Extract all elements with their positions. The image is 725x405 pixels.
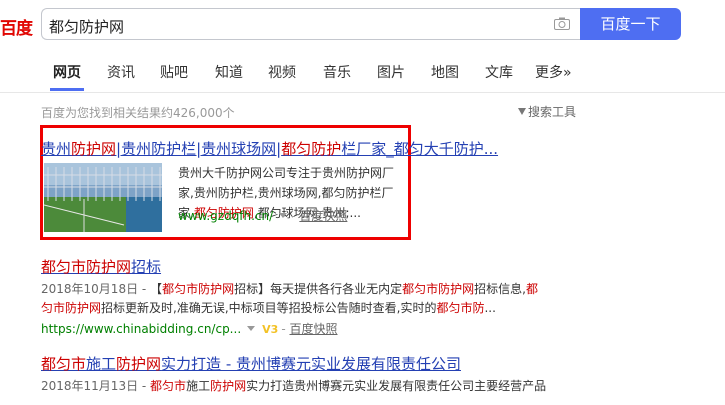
result-count: 百度为您找到相关结果约426,000个 (41, 106, 235, 120)
dropdown-arrow-icon[interactable] (247, 326, 256, 331)
tab-images[interactable]: 图片 (377, 62, 405, 82)
result-1-snapshot-link[interactable]: 百度快照 (299, 209, 347, 223)
active-tab-indicator (50, 88, 84, 91)
v3-badge[interactable]: V3 (262, 323, 278, 336)
result-1-url-row: www.gzdqfh.cn/- 百度快照 (178, 209, 348, 223)
filter-icon (518, 108, 526, 115)
tab-tieba[interactable]: 贴吧 (160, 62, 188, 82)
tab-news[interactable]: 资讯 (107, 62, 135, 82)
result-3-title[interactable]: 都匀市施工防护网实力打造 - 贵州博赛元实业发展有限责任公司 (41, 353, 461, 374)
search-input[interactable]: 都匀防护网 (41, 8, 580, 40)
camera-icon[interactable] (554, 17, 570, 30)
search-query[interactable]: 都匀防护网 (49, 16, 124, 37)
tab-zhidao[interactable]: 知道 (215, 62, 243, 82)
search-button[interactable]: 百度一下 (580, 8, 681, 40)
tab-bar: 网页 资讯 贴吧 知道 视频 音乐 图片 地图 文库 更多» (0, 50, 725, 93)
tab-map[interactable]: 地图 (431, 62, 459, 82)
tab-music[interactable]: 音乐 (323, 62, 351, 82)
baidu-logo[interactable]: 百度 (0, 14, 33, 39)
tab-wenku[interactable]: 文库 (485, 62, 513, 82)
tab-more[interactable]: 更多» (535, 62, 572, 82)
tab-web[interactable]: 网页 (53, 62, 81, 82)
result-1-url[interactable]: www.gzdqfh.cn/ (178, 209, 273, 223)
result-1-thumbnail[interactable] (44, 163, 162, 232)
result-2-title[interactable]: 都匀市防护网招标 (41, 256, 161, 277)
result-2-snapshot-link[interactable]: 百度快照 (289, 322, 337, 336)
result-2-url[interactable]: https://www.chinabidding.cn/cp... (41, 322, 241, 336)
result-2-snippet: 2018年10月18日 - 【都匀市防护网招标】每天提供各行各业无内定都匀市防护… (41, 282, 538, 315)
search-tools-label[interactable]: 搜索工具 (528, 105, 576, 119)
header: 百度 都匀防护网 百度一下 (0, 0, 725, 50)
search-tools[interactable]: 搜索工具 (518, 103, 576, 120)
dropdown-arrow-icon[interactable] (279, 213, 288, 218)
tab-video[interactable]: 视频 (268, 62, 296, 82)
result-1-title[interactable]: 贵州防护网|贵州防护栏|贵州球场网|都匀防护栏厂家_都匀大千防护... (41, 138, 498, 159)
result-3-snippet: 2018年11月13日 - 都匀市施工防护网实力打造贵州博赛元实业发展有限责任公… (41, 379, 547, 393)
result-2-url-row: https://www.chinabidding.cn/cp... V3- 百度快… (41, 322, 338, 336)
